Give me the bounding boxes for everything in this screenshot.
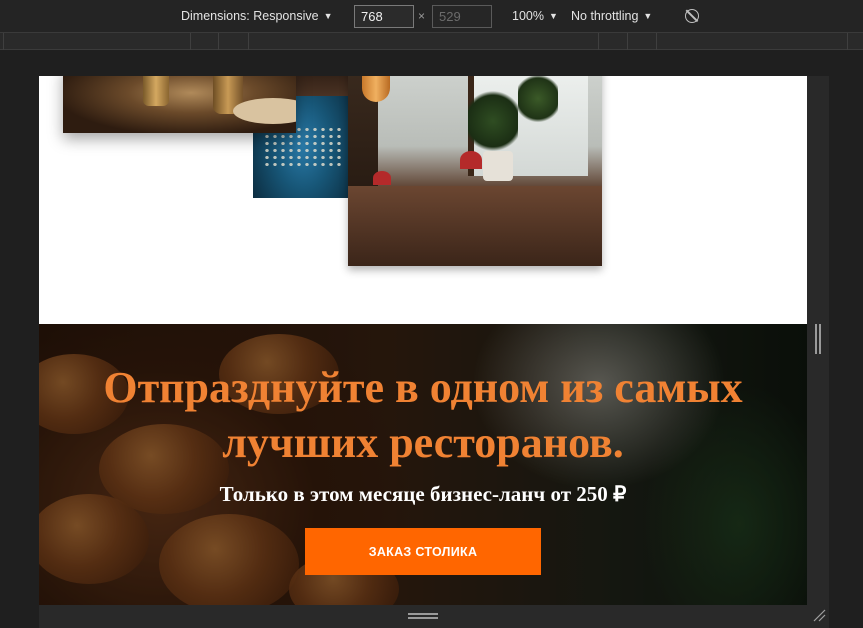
- dimensions-dropdown[interactable]: Dimensions: Responsive ▼: [181, 9, 332, 23]
- zoom-label: 100%: [512, 9, 544, 23]
- device-toolbar: Dimensions: Responsive ▼ 768 × 529 100% ▼ …: [0, 0, 863, 33]
- bottom-resize-handle[interactable]: [408, 613, 438, 619]
- ruler-segment[interactable]: [627, 33, 628, 50]
- rotate-disabled-icon[interactable]: [685, 9, 699, 23]
- corner-resize-icon[interactable]: [812, 608, 826, 622]
- ruler-segment[interactable]: [248, 33, 249, 50]
- throttling-dropdown[interactable]: No throttling ▼: [571, 9, 652, 23]
- throttling-label: No throttling: [571, 9, 639, 23]
- ruler-segment[interactable]: [3, 33, 4, 50]
- media-query-ruler: [0, 33, 863, 50]
- hero-subtitle: Только в этом месяце бизнес-ланч от 250 …: [219, 482, 627, 506]
- ruler-segment[interactable]: [218, 33, 219, 50]
- times-icon: ×: [418, 9, 426, 23]
- ruler-segment[interactable]: [656, 33, 657, 50]
- ruler-segment[interactable]: [598, 33, 599, 50]
- ruler-segment[interactable]: [190, 33, 191, 50]
- device-stage: Отпразднуйте в одном из самых лучших рес…: [0, 50, 863, 628]
- gallery-photo-cups: [63, 76, 296, 133]
- right-resize-handle[interactable]: [815, 324, 821, 354]
- height-input[interactable]: 529: [432, 5, 492, 28]
- chevron-down-icon: ▼: [548, 11, 558, 21]
- book-table-button[interactable]: ЗАКАЗ СТОЛИКА: [305, 528, 541, 575]
- chevron-down-icon: ▼: [323, 11, 333, 21]
- gallery-photo-interior: [348, 76, 602, 266]
- zoom-dropdown[interactable]: 100% ▼: [512, 9, 558, 23]
- dimensions-label: Dimensions: Responsive: [181, 9, 319, 23]
- chevron-down-icon: ▼: [643, 11, 653, 21]
- width-input[interactable]: 768: [354, 5, 414, 28]
- hero-section: Отпразднуйте в одном из самых лучших рес…: [39, 324, 807, 605]
- ruler-segment[interactable]: [847, 33, 848, 50]
- page-viewport: Отпразднуйте в одном из самых лучших рес…: [39, 76, 807, 605]
- hero-title: Отпразднуйте в одном из самых лучших рес…: [103, 363, 743, 467]
